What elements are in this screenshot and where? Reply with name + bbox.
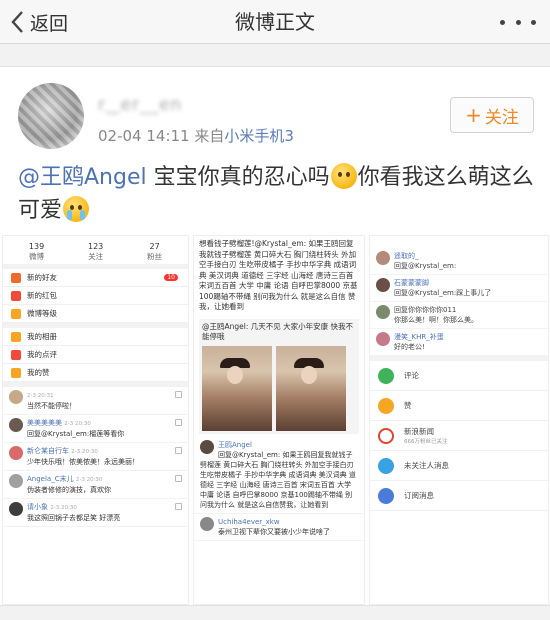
post-image-1[interactable]: 139 微博 123 关注 27 粉丝 新的好友 10 新的红包 微博等级 我的相册 我…: [2, 235, 189, 605]
post-text: @王鸥Angel 宝宝你真的忍心吗 你看我这么萌这么可爱: [18, 161, 538, 227]
thumb-up-icon: [175, 419, 182, 426]
post-image-2[interactable]: 想看钱子劈榴莲!@Krystal_em: 如果王鸥回复我就钱子劈榴莲 黄口碎大石…: [193, 235, 365, 605]
avatar[interactable]: [18, 83, 84, 149]
avatar: [9, 502, 23, 516]
plus-icon: +: [465, 103, 482, 127]
sina-logo-icon: [378, 427, 394, 444]
menu-item: 我的相册: [3, 328, 188, 346]
red-packet-icon: [11, 290, 21, 301]
avatar: [376, 278, 390, 292]
message-row: 新浪新闻 666万粉丝已关注: [370, 421, 548, 451]
level-icon: [11, 308, 21, 319]
thumb-up-icon: [175, 503, 182, 510]
stat-following: 123 关注: [88, 242, 104, 261]
badge: 10: [164, 274, 178, 281]
weibo-post-card: r‿er__en 02-04 14:11 来自小米手机3 + 关注 @王鸥Ang…: [0, 66, 550, 606]
comment: 漫笑_KHR_补蛋 好的老公!: [370, 329, 548, 356]
message-row: 评论: [370, 361, 548, 391]
stat-weibo: 139 微博: [28, 242, 45, 261]
menu-item: 新的红包: [3, 287, 188, 305]
avatar: [9, 390, 23, 404]
quoted-post: @王鸥Angel: 几天不见 大家小年安康 快我不能停哦: [199, 318, 359, 434]
message-icon: [378, 457, 394, 474]
stat-fans: 27 粉丝: [147, 242, 163, 261]
avatar: [376, 305, 390, 319]
username[interactable]: r‿er__en: [98, 95, 182, 115]
post-text-part1: 宝宝你真的忍心吗: [146, 165, 330, 190]
avatar: [9, 474, 23, 488]
menu-item: 我的点评: [3, 346, 188, 364]
comment: 遥取的_ 回复@Krystal_em:: [370, 248, 548, 275]
thumb-up-icon: [175, 447, 182, 454]
menu-item: 新的好友 10: [3, 269, 188, 287]
comment: 美美美美美 2-3 20:30 回复@Krystal_em:榴莲等看你: [3, 415, 188, 443]
dot-icon: [531, 19, 536, 25]
comment-icon: [378, 367, 394, 384]
comment: 新仑某自行车 2-3 20:30 少年快乐哦！侬美侬美！永远美丽！: [3, 443, 188, 471]
quoted-text: 想看钱子劈榴莲!@Krystal_em: 如果王鸥回复我就钱子劈榴莲 黄口碎大石…: [199, 239, 358, 311]
source-prefix: 来自: [194, 127, 225, 145]
page-title: 微博正文: [235, 10, 315, 34]
avatar: [376, 251, 390, 265]
dot-icon: [500, 19, 505, 25]
crying-face-emoji-icon: [63, 196, 90, 222]
subscribe-icon: [378, 487, 394, 504]
message-row: 赞: [370, 391, 548, 421]
photo: [202, 345, 272, 431]
album-icon: [11, 331, 21, 342]
friends-icon: [11, 272, 21, 283]
follow-label: 关注: [484, 107, 519, 128]
thinking-face-emoji-icon: [330, 163, 357, 189]
comment: 回复你你你你你011 你那么美！啊！你那么美。: [370, 302, 548, 329]
menu-item: 我的赞: [3, 364, 188, 382]
like-icon: [378, 397, 394, 414]
comment: 请小象 2-3 20:30 我这照回锅子去都足笑 好漂亮: [3, 499, 188, 527]
menu-item: 微博等级: [3, 305, 188, 323]
avatar: [376, 332, 390, 346]
post-source[interactable]: 小米手机3: [224, 127, 294, 145]
follow-button[interactable]: + 关注: [450, 97, 534, 133]
post-time: 02-04 14:11: [98, 127, 190, 145]
comment: 2-3 20:31 当然不能停啦！: [3, 387, 188, 415]
photo-row: [202, 345, 356, 431]
avatar: [9, 418, 23, 432]
comment: Angela_C末儿 2-3 20:30 伪装者修修的演技，真欢你: [3, 471, 188, 499]
avatar: [200, 439, 214, 454]
dot-icon: [515, 19, 521, 25]
comment: 石蒙蒙蒙脚 回复@Krystal_em:踩上事儿了: [370, 275, 548, 302]
profile-stats: 139 微博 123 关注 27 粉丝: [3, 236, 188, 264]
message-row: 订阅消息: [370, 481, 548, 511]
message-row: 未关注人消息: [370, 451, 548, 481]
post-image-3[interactable]: 遥取的_ 回复@Krystal_em: 石蒙蒙蒙脚 回复@Krystal_em:踩上…: [369, 235, 549, 605]
thumb-up-icon: [175, 391, 182, 398]
avatar: [200, 516, 214, 531]
nav-bar: 返回 微博正文: [0, 0, 550, 44]
more-options-button[interactable]: [500, 8, 536, 36]
like-icon: [11, 367, 21, 378]
mention-link[interactable]: @王鸥Angel: [18, 165, 147, 190]
thumb-up-icon: [175, 475, 182, 482]
comment: Uchiha4ever_xkw 泰州卫视下辈你又要被小少年说啥了: [194, 514, 364, 541]
avatar: [9, 446, 23, 460]
photo: [276, 345, 346, 431]
comment: 王鸥Angel 回复@Krystal_em: 如果王鸥回复我就钱子劈榴莲 黄口碎大…: [194, 437, 364, 514]
post-meta: 02-04 14:11 来自小米手机3: [98, 125, 294, 146]
review-icon: [11, 349, 21, 360]
